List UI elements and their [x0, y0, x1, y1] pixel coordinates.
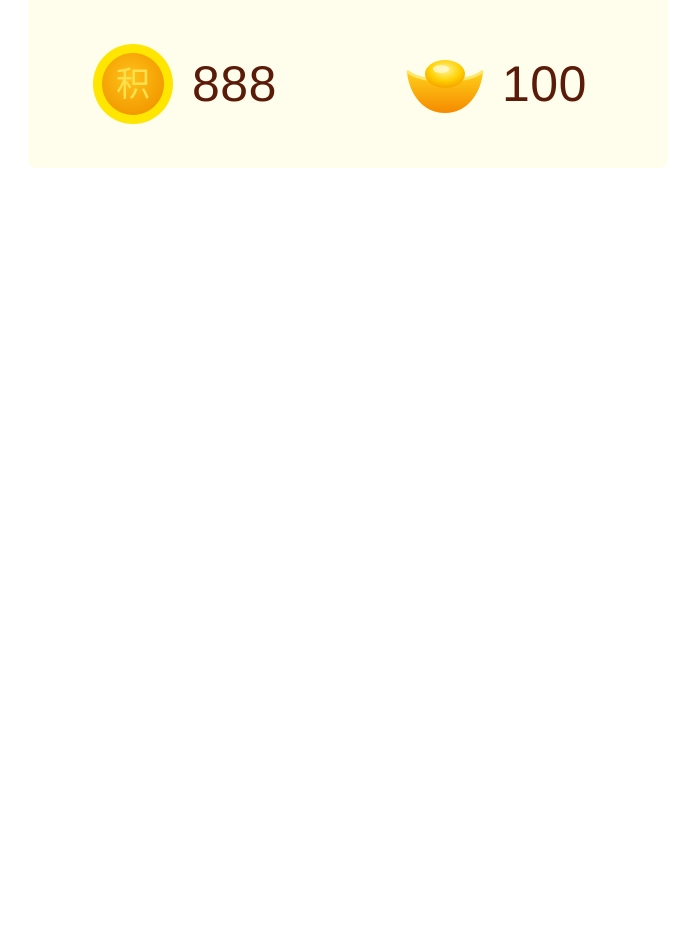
ingots-value: 100 [502, 56, 587, 112]
points-coin-glyph: 积 [116, 65, 150, 105]
balance-card: 积 888 100 [28, 0, 668, 168]
points-value: 888 [192, 56, 277, 112]
points-balance[interactable]: 积 888 [92, 43, 277, 125]
gold-ingot-icon [404, 43, 486, 125]
points-coin-icon: 积 [92, 43, 174, 125]
ingots-balance[interactable]: 100 [404, 43, 587, 125]
